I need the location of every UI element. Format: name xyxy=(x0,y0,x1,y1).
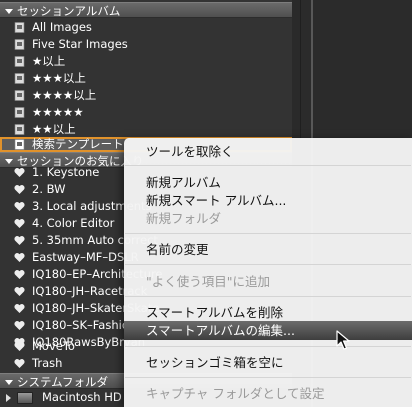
heart-icon xyxy=(14,219,25,228)
menu-item-remove-tool[interactable]: ツールを取除く xyxy=(124,142,412,161)
section-header-session-albums[interactable]: セッションアルバム xyxy=(0,2,292,18)
disclosure-triangle-icon[interactable] xyxy=(5,158,13,164)
menu-separator xyxy=(125,346,411,347)
heart-icon xyxy=(14,236,25,245)
smart-album-icon xyxy=(14,124,25,135)
menu-separator xyxy=(125,296,411,297)
menu-item-new-folder: 新規フォルダ xyxy=(146,211,222,226)
heart-icon xyxy=(14,321,25,330)
heart-icon xyxy=(14,359,25,368)
smart-album-icon xyxy=(14,73,25,84)
disclosure-triangle-icon[interactable] xyxy=(5,8,13,14)
album-label: ★★★以上 xyxy=(32,71,86,85)
album-label: 検索テンプレート xyxy=(32,137,124,151)
menu-item-add-to-favorites: "よく使う項目"に追加 xyxy=(146,274,270,289)
menu-item-edit-smart-album[interactable]: スマートアルバムの編集... xyxy=(124,321,412,340)
hard-drive-icon xyxy=(17,392,33,404)
album-label: ★★★★★ xyxy=(32,105,84,119)
album-label: ★以上 xyxy=(32,54,66,68)
favorite-label: 4. Color Editor xyxy=(32,216,115,230)
heart-icon xyxy=(14,253,25,262)
menu-item-new-album[interactable]: 新規アルバム xyxy=(124,173,412,192)
expand-triangle-icon[interactable] xyxy=(6,394,11,402)
heart-icon xyxy=(14,202,25,211)
heart-icon xyxy=(14,168,25,177)
album-item[interactable]: All Images xyxy=(0,19,292,36)
menu-item-empty-session-trash[interactable]: セッションゴミ箱を空に xyxy=(124,353,412,372)
system-folder-label: Macintosh HD xyxy=(42,390,122,404)
album-label: ★★以上 xyxy=(32,122,76,136)
favorite-label: 2. BW xyxy=(32,182,66,196)
album-item[interactable]: ★★★★以上 xyxy=(0,87,292,104)
smart-album-icon xyxy=(14,56,25,67)
smart-album-icon xyxy=(14,139,25,150)
heart-icon xyxy=(14,342,25,351)
smart-album-icon xyxy=(14,107,25,118)
favorite-label: MoveTo xyxy=(32,339,75,353)
menu-separator xyxy=(125,233,411,234)
menu-separator xyxy=(125,165,411,166)
favorite-label: 1. Keystone xyxy=(32,165,100,179)
menu-item-rename[interactable]: 名前の変更 xyxy=(124,240,412,259)
section-title: システムフォルダ xyxy=(17,375,108,389)
album-label: Five Star Images xyxy=(32,37,128,51)
heart-icon xyxy=(14,304,25,313)
heart-icon xyxy=(14,270,25,279)
favorite-label: IQ180–SK–Fashion xyxy=(32,318,137,332)
section-title: セッションアルバム xyxy=(17,4,121,18)
menu-item-set-capture-folder: キャプチャ フォルダとして設定 xyxy=(146,386,325,401)
album-item[interactable]: ★★以上 xyxy=(0,121,292,138)
favorite-label: Trash xyxy=(32,356,63,370)
album-item[interactable]: ★以上 xyxy=(0,53,292,70)
smart-album-icon xyxy=(14,22,25,33)
album-label: ★★★★以上 xyxy=(32,88,97,102)
disclosure-triangle-icon[interactable] xyxy=(5,379,13,385)
menu-separator xyxy=(125,264,411,265)
menu-separator xyxy=(125,377,411,378)
album-item[interactable]: ★★★以上 xyxy=(0,70,292,87)
album-item[interactable]: ★★★★★ xyxy=(0,104,292,121)
favorite-label: Eastway–MF–DSLR xyxy=(32,250,139,264)
smart-album-icon xyxy=(14,39,25,50)
menu-item-delete-smart-album[interactable]: スマートアルバムを削除 xyxy=(124,303,412,322)
album-label: All Images xyxy=(32,20,92,34)
heart-icon xyxy=(14,185,25,194)
smart-album-icon xyxy=(14,90,25,101)
menu-item-new-smart-album[interactable]: 新規スマート アルバム... xyxy=(124,191,412,210)
heart-icon xyxy=(14,287,25,296)
album-item[interactable]: Five Star Images xyxy=(0,36,292,53)
context-menu: ツールを取除く 新規アルバム 新規スマート アルバム... 新規フォルダ 名前の… xyxy=(124,138,412,407)
mouse-pointer-icon xyxy=(336,330,350,350)
